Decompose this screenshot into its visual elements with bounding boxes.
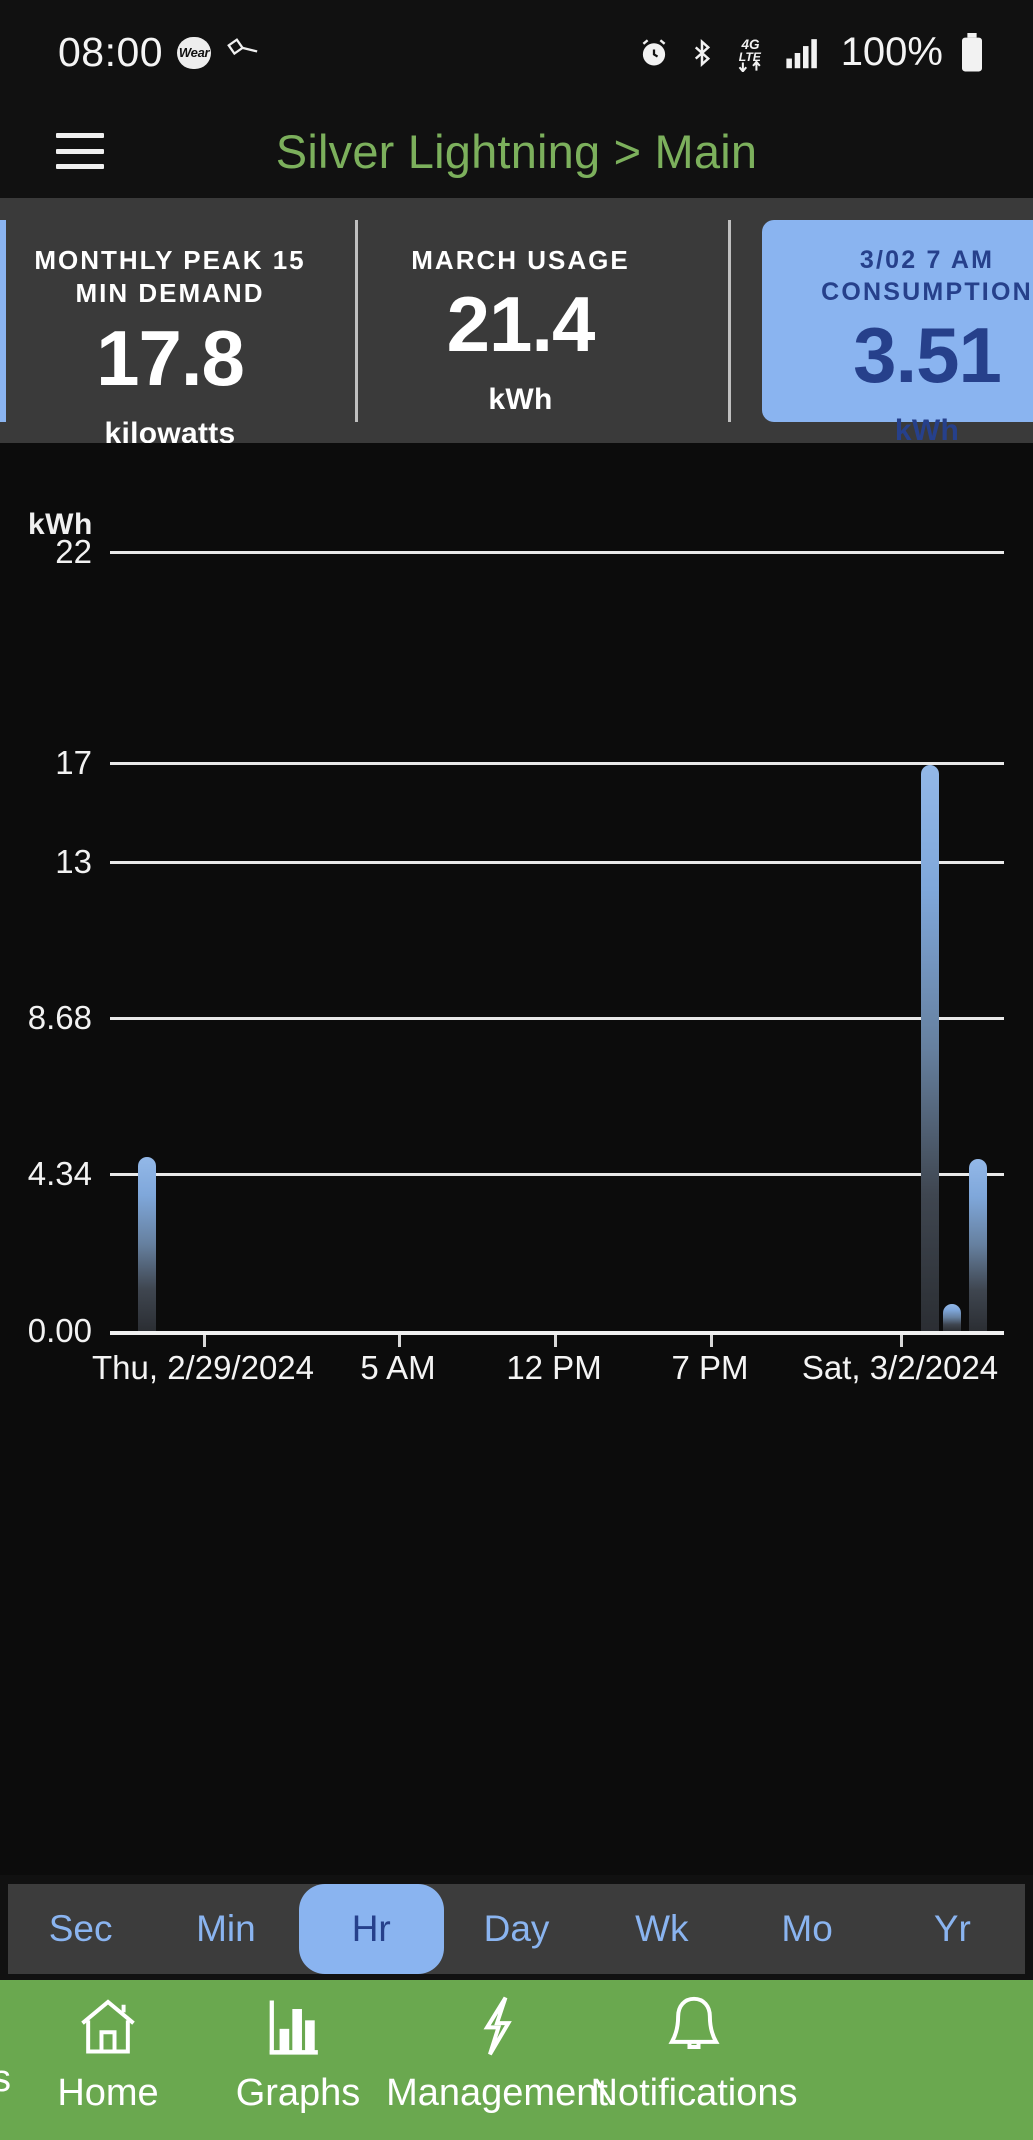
chart-gridline [110, 1017, 1004, 1020]
range-option-min[interactable]: Min [153, 1884, 298, 1974]
range-option-yr[interactable]: Yr [880, 1884, 1025, 1974]
kpi-card-unit: kWh [488, 383, 553, 417]
kpi-card-march-usage[interactable]: MARCH USAGE 21.4 kWh [355, 220, 686, 422]
x-axis-tick [900, 1335, 903, 1347]
chart-plot-area: 22 17 13 8.68 4.34 0.00 Thu, 2/29/2024 5 AM 12 P… [0, 443, 1033, 1875]
time-range-selector: Sec Min Hr Day Wk Mo Yr [0, 1878, 1033, 1980]
nav-item-label: Home [57, 2072, 159, 2114]
chart-bar[interactable] [920, 765, 939, 1331]
chart-gridline-row: 13 [0, 843, 1033, 880]
4g-lte-data-icon: 4G LTE [733, 34, 769, 72]
card-divider [728, 220, 731, 422]
x-axis-line [110, 1331, 1004, 1335]
alarm-icon [637, 36, 671, 70]
chart-gridline-row: 8.68 [0, 999, 1033, 1036]
y-axis-tick-label: 17 [55, 744, 92, 781]
home-icon [74, 1990, 142, 2062]
y-axis-tick-label: 0.00 [27, 1312, 92, 1349]
bluetooth-icon [687, 36, 717, 70]
nav-item-label: Notifications [590, 2072, 798, 2114]
nav-item-label: Management [386, 2072, 608, 2114]
x-axis-tick-label: 5 AM [360, 1349, 436, 1386]
range-option-day[interactable]: Day [444, 1884, 589, 1974]
wear-badge-icon: Wear [177, 36, 212, 69]
kpi-card-strip: MONTHLY PEAK 15 MIN DEMAND 17.8 kilowatt… [0, 198, 1033, 450]
app-header: Silver Lightning > Main [0, 105, 1033, 198]
kpi-card-monthly-peak-demand[interactable]: MONTHLY PEAK 15 MIN DEMAND 17.8 kilowatt… [0, 220, 334, 450]
x-axis-tick [710, 1335, 713, 1347]
chart-gridline [110, 861, 1004, 864]
x-axis-tick [554, 1335, 557, 1347]
range-option-mo[interactable]: Mo [734, 1884, 879, 1974]
chart-gridline [110, 762, 1004, 765]
nav-item-management[interactable]: Management [386, 1990, 608, 2115]
kpi-card-value: 3.51 [853, 311, 1002, 399]
bell-icon [660, 1990, 728, 2062]
page-title: Silver Lightning > Main [275, 125, 758, 178]
status-bar-right: 4G LTE 100% [637, 30, 985, 75]
x-axis-tick-label: 7 PM [671, 1349, 749, 1386]
y-axis-tick-label: 22 [55, 533, 92, 570]
kpi-card-title: MONTHLY PEAK 15 MIN DEMAND [34, 245, 306, 309]
kpi-card-hourly-consumption[interactable]: 3/02 7 AM CONSUMPTION 3.51 kWh [762, 220, 1033, 447]
chart-bar[interactable] [968, 1159, 987, 1331]
y-axis-tick-label: 4.34 [27, 1155, 92, 1192]
kpi-card-value: 21.4 [446, 280, 596, 369]
app-root: 08:00 Wear 4G LTE 100% Silver Lightning … [0, 0, 1033, 2140]
chart-gridline [110, 551, 1004, 554]
signal-bars-icon [785, 36, 821, 70]
x-axis-tick-label: 12 PM [506, 1349, 602, 1386]
kpi-card-title: 3/02 7 AM CONSUMPTION [821, 246, 1033, 306]
status-bar-clock: 08:00 [58, 29, 164, 75]
chart-bar[interactable] [138, 1157, 157, 1331]
usage-chart[interactable]: kWh 22 17 13 8.68 4.34 0.00 Thu, 2/29/2024 5 AM… [0, 443, 1033, 1875]
range-option-hr[interactable]: Hr [298, 1884, 444, 1974]
bar-chart-icon [264, 1990, 332, 2062]
range-option-wk[interactable]: Wk [589, 1884, 734, 1974]
x-axis-tick-label: Sat, 3/2/2024 [801, 1349, 999, 1386]
y-axis-tick-label: 13 [55, 843, 92, 880]
x-axis-tick-label: Thu, 2/29/2024 [91, 1349, 315, 1386]
nav-item-home[interactable]: Home [8, 1990, 208, 2115]
time-range-selector-track: Sec Min Hr Day Wk Mo Yr [8, 1884, 1025, 1974]
chart-gridline-row: 17 [0, 744, 1033, 781]
battery-percent-label: 100% [840, 30, 943, 74]
nav-item-label: Graphs [235, 2072, 361, 2114]
chart-gridline-row: 22 [0, 533, 1033, 570]
lightning-bolt-icon [463, 1990, 531, 2062]
chart-bar[interactable] [942, 1303, 961, 1331]
y-axis-tick-label: 8.68 [27, 999, 92, 1036]
svg-text:LTE: LTE [738, 50, 761, 64]
flashlight-icon [225, 36, 259, 70]
status-bar-left: 08:00 Wear [58, 29, 259, 76]
range-option-sec[interactable]: Sec [8, 1884, 153, 1974]
x-axis-tick [203, 1335, 206, 1347]
kpi-card-value: 17.8 [96, 313, 245, 402]
status-bar: 08:00 Wear 4G LTE 100% [0, 0, 1033, 105]
kpi-card-title: MARCH USAGE [411, 245, 630, 275]
nav-item-notifications[interactable]: Notifications [591, 1990, 798, 2115]
chart-gridline [110, 1173, 1004, 1176]
battery-icon [959, 32, 985, 73]
bottom-navigation: s Home Graphs Management Notifications [0, 1980, 1033, 2140]
x-axis-tick [398, 1335, 401, 1347]
nav-item-graphs[interactable]: Graphs [198, 1990, 398, 2115]
